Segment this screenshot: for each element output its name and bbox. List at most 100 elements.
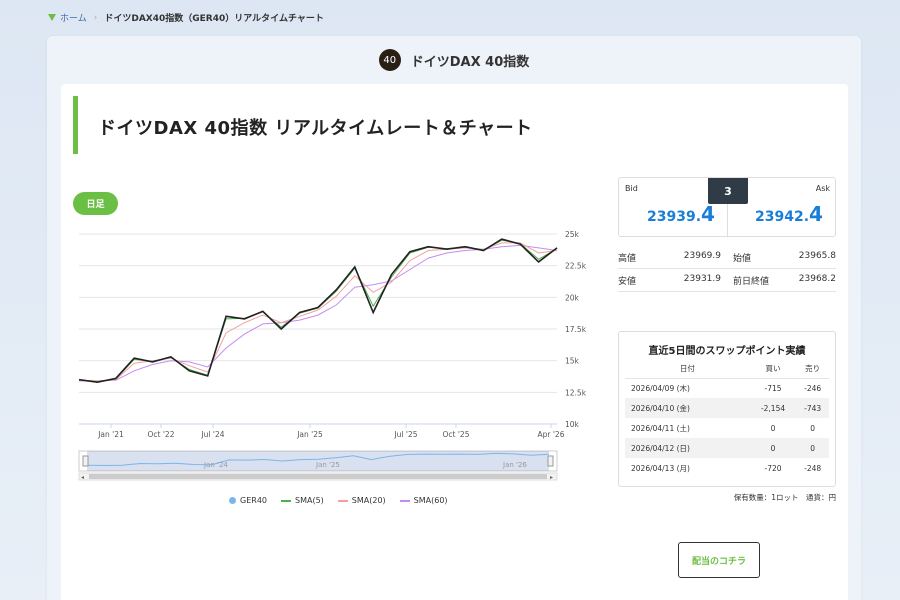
period-daily-button[interactable]: 日足 (73, 192, 118, 215)
table-row: 2026/04/09 (木) -715 -246 (625, 378, 829, 398)
swap-title: 直近5日間のスワップポイント実績 (648, 346, 806, 357)
swap-date: 2026/04/11 (土) (631, 423, 690, 433)
price-stats: 高値 23969.9 始値 23965.8 安値 23931.9 前日終値 23968.… (618, 246, 836, 292)
swap-header-buy: 買い (749, 360, 797, 379)
bid-value-last-digit: 4 (701, 202, 715, 226)
swap-note: 保有数量：1ロット 通貨：円 (733, 493, 836, 502)
y-tick-label: 22.5k (565, 262, 587, 271)
spread-badge: 3 (708, 178, 748, 204)
title-accent-bar (73, 96, 78, 154)
navigator-tick-label: Jan '26 (502, 461, 527, 469)
bid-value: 23939.4 (647, 202, 715, 226)
symbol-header: 40 ドイツDAX 40指数 (47, 48, 861, 72)
navigator-handle-left[interactable] (82, 455, 89, 467)
legend-sma60-marker (399, 499, 410, 502)
stat-open: 始値 23965.8 (727, 251, 836, 264)
x-tick-label: Oct '25 (443, 430, 470, 439)
ask-value-main: 23942. (755, 209, 810, 225)
swap-table: 日付 買い 売り 2026/04/09 (木) -715 -246 2026/04/… (625, 360, 829, 478)
stat-value: 23931.9 (683, 273, 721, 284)
breadcrumb-separator: › (93, 12, 98, 23)
stat-value: 23965.8 (798, 250, 836, 261)
y-tick-label: 17.5k (565, 325, 587, 334)
price-chart[interactable]: 25k 22.5k 20k 17.5k 15k 12.5k 10k Jan '21 Oct '2… (73, 229, 593, 494)
quote-box: Bid 23939.4 Ask 23942.4 3 (618, 177, 836, 237)
stat-value: 23968.2 (798, 273, 836, 284)
scrollbar-thumb[interactable] (89, 474, 547, 479)
swap-header-date: 日付 (625, 360, 750, 379)
navigator-tick-label: Jan '24 (203, 461, 228, 469)
swap-header-row: 日付 買い 売り (625, 360, 829, 379)
stat-value: 23969.9 (683, 250, 721, 261)
legend-sma20[interactable]: SMA(20) (337, 496, 386, 505)
swap-date: 2026/04/09 (木) (631, 383, 690, 393)
swap-buy: -715 (764, 383, 782, 393)
breadcrumb: ホーム › ドイツDAX40指数（GER40）リアルタイムチャート (48, 11, 324, 24)
legend-sma5[interactable]: SMA(5) (281, 496, 324, 505)
x-tick-label: Jan '21 (97, 430, 124, 439)
x-tick-label: Jul '24 (200, 430, 224, 439)
legend-sma60-label: SMA(60) (413, 496, 448, 505)
symbol-title: ドイツDAX 40指数 (410, 54, 530, 70)
legend-sma20-label: SMA(20) (351, 496, 386, 505)
stat-label: 安値 (618, 276, 637, 287)
stat-prev-close: 前日終値 23968.2 (727, 274, 836, 287)
bid-label: Bid (625, 184, 638, 193)
stat-label: 始値 (733, 253, 752, 264)
stat-high: 高値 23969.9 (618, 251, 727, 264)
swap-buy: -2,154 (749, 398, 797, 418)
home-icon[interactable] (48, 13, 56, 22)
swap-sell: -743 (796, 398, 829, 418)
y-tick-label: 12.5k (565, 388, 587, 397)
ask-value-last-digit: 4 (809, 202, 823, 226)
legend-ger40-label: GER40 (240, 496, 267, 505)
dividend-button[interactable]: 配当のコチラ (678, 542, 760, 578)
chart-legend: GER40 SMA(5) SMA(20) SMA(60) (229, 496, 448, 505)
ask-value: 23942.4 (755, 202, 823, 226)
table-row: 2026/04/12 (日) 0 0 (625, 438, 829, 458)
stat-label: 前日終値 (733, 276, 770, 287)
symbol-badge: 40 (378, 49, 401, 71)
swap-buy: 0 (770, 423, 776, 433)
swap-date: 2026/04/10 (金) (625, 398, 750, 418)
stat-row: 高値 23969.9 始値 23965.8 (618, 246, 836, 269)
x-tick-label: Oct '22 (148, 430, 175, 439)
stat-row: 安値 23931.9 前日終値 23968.2 (618, 269, 836, 292)
main-panel: ドイツDAX 40指数 リアルタイムレート＆チャート 日足 25k 22.5k 20… (61, 84, 848, 600)
y-tick-label: 10k (565, 420, 580, 429)
bid-value-main: 23939. (647, 209, 702, 225)
swap-sell: 0 (810, 423, 816, 433)
table-row: 2026/04/10 (金) -2,154 -743 (625, 398, 829, 418)
page-title: ドイツDAX 40指数 リアルタイムレート＆チャート (98, 118, 533, 139)
x-tick-label: Apr '26 (538, 430, 565, 439)
ask-label: Ask (815, 184, 830, 193)
legend-sma60[interactable]: SMA(60) (399, 496, 448, 505)
swap-sell: 0 (796, 438, 829, 458)
swap-date: 2026/04/13 (月) (631, 463, 690, 473)
swap-header-sell: 売り (796, 360, 829, 379)
x-tick-label: Jul '25 (393, 430, 417, 439)
swap-date: 2026/04/12 (日) (625, 438, 750, 458)
navigator-tick-label: Jan '25 (315, 461, 340, 469)
scrollbar-right-arrow[interactable]: ▸ (550, 474, 553, 481)
table-row: 2026/04/13 (月) -720 -248 (625, 458, 829, 478)
scrollbar-left-arrow[interactable]: ◂ (81, 474, 84, 481)
table-row: 2026/04/11 (土) 0 0 (625, 418, 829, 438)
legend-ger40[interactable]: GER40 (229, 496, 267, 505)
breadcrumb-current: ドイツDAX40指数（GER40）リアルタイムチャート (104, 14, 324, 24)
stat-label: 高値 (618, 253, 637, 264)
swap-buy: -720 (764, 463, 782, 473)
x-tick-label: Jan '25 (296, 430, 323, 439)
y-tick-label: 20k (565, 293, 580, 302)
legend-sma5-label: SMA(5) (295, 496, 324, 505)
legend-sma20-marker (337, 499, 348, 502)
swap-buy: 0 (749, 438, 797, 458)
y-tick-label: 15k (565, 357, 580, 366)
stat-low: 安値 23931.9 (618, 274, 727, 287)
swap-points-panel: 直近5日間のスワップポイント実績 日付 買い 売り 2026/04/09 (木)… (618, 331, 836, 487)
navigator-handle-right[interactable] (547, 455, 554, 467)
swap-sell: -246 (804, 383, 822, 393)
y-tick-label: 25k (565, 230, 580, 239)
breadcrumb-home-link[interactable]: ホーム (60, 11, 87, 24)
swap-sell: -248 (804, 463, 822, 473)
